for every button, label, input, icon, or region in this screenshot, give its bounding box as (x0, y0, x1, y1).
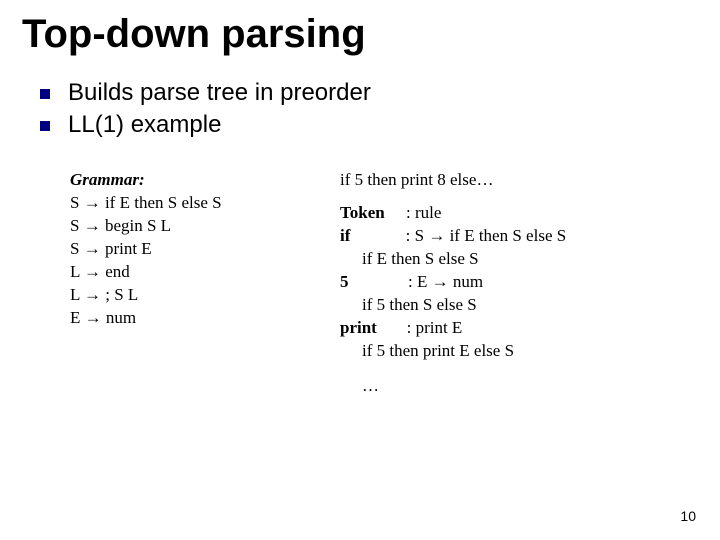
slide-title: Top-down parsing (22, 12, 698, 57)
grammar-rule: L → ; S L (70, 284, 300, 307)
grammar-column: Grammar: S → if E then S else S S → begi… (70, 169, 300, 397)
bullet-item: Builds parse tree in preorder (40, 79, 698, 107)
square-bullet-icon (40, 121, 50, 131)
grammar-rule: L → end (70, 261, 300, 284)
trace-rule: : E → num (408, 272, 483, 291)
trace-step: if : S → if E then S else S (340, 225, 698, 248)
square-bullet-icon (40, 89, 50, 99)
trace-derivation: if 5 then S else S (362, 294, 698, 317)
trace-step: print : print E (340, 317, 698, 340)
trace-token: 5 (340, 272, 349, 291)
bullet-text: Builds parse tree in preorder (68, 79, 371, 107)
trace-header-rule: : rule (406, 203, 441, 222)
trace-derivation: if E then S else S (362, 248, 698, 271)
bullet-item: LL(1) example (40, 111, 698, 139)
trace-column: if 5 then print 8 else… Token : rule if … (340, 169, 698, 397)
slide: Top-down parsing Builds parse tree in pr… (0, 0, 720, 540)
grammar-rule: E → num (70, 307, 300, 330)
trace-derivation: if 5 then print E else S (362, 340, 698, 363)
trace-token: print (340, 318, 377, 337)
bullet-text: LL(1) example (68, 111, 221, 139)
grammar-heading: Grammar: (70, 169, 300, 192)
page-number: 10 (680, 508, 696, 524)
grammar-rule: S → if E then S else S (70, 192, 300, 215)
grammar-rule: S → begin S L (70, 215, 300, 238)
trace-ellipsis: … (362, 375, 698, 398)
content-columns: Grammar: S → if E then S else S S → begi… (70, 169, 698, 397)
trace-step: 5 : E → num (340, 271, 698, 294)
trace-token: if (340, 226, 350, 245)
trace-rule: : print E (407, 318, 463, 337)
grammar-rule: S → print E (70, 238, 300, 261)
trace-header-token: Token (340, 203, 385, 222)
bullet-list: Builds parse tree in preorder LL(1) exam… (40, 79, 698, 139)
trace-header: Token : rule (340, 202, 698, 225)
trace-input: if 5 then print 8 else… (340, 169, 698, 192)
trace-rule: : S → if E then S else S (406, 226, 567, 245)
